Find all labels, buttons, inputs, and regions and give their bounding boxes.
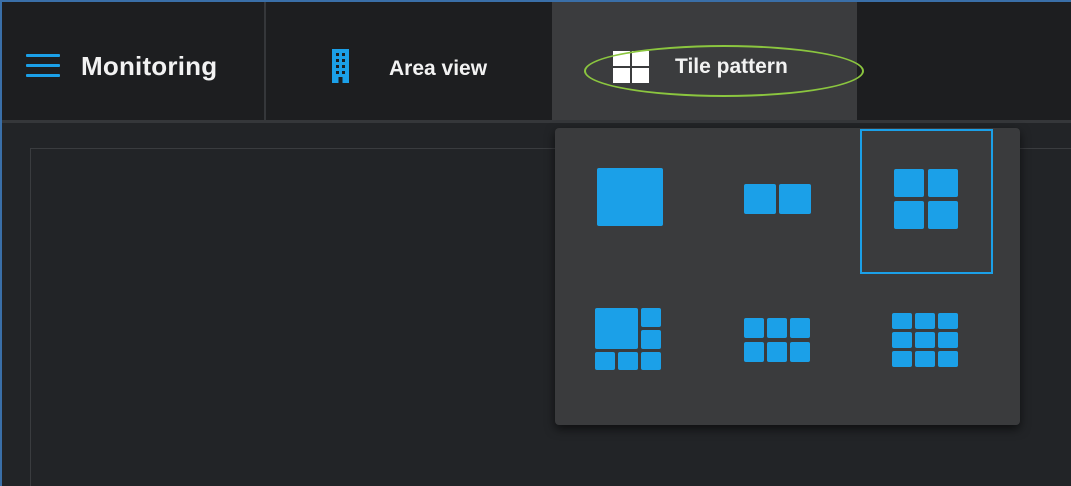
layout-option-3x2[interactable] (718, 278, 848, 422)
layout-1-plus-5-icon (595, 308, 661, 370)
tab-tile-pattern-label: Tile pattern (675, 55, 788, 78)
tile-pattern-dropdown (555, 128, 1020, 425)
layout-3x2-icon (744, 318, 810, 362)
building-icon (332, 49, 349, 83)
layout-1x1-icon (597, 168, 663, 226)
tile-grid-icon (613, 51, 649, 83)
layout-option-1-plus-5[interactable] (569, 278, 699, 422)
top-bar: Monitoring Area view Tile pattern (2, 2, 1071, 123)
layout-option-2x1[interactable] (718, 130, 848, 274)
layout-option-3x3[interactable] (862, 278, 992, 422)
tab-area-view-label: Area view (389, 57, 488, 80)
brand-area: Monitoring (2, 2, 266, 120)
layout-option-1x1[interactable] (569, 130, 699, 274)
layout-option-2x2[interactable] (860, 129, 993, 274)
tab-area-view[interactable]: Area view (266, 2, 552, 120)
page-title: Monitoring (81, 51, 218, 81)
layout-3x3-icon (892, 313, 958, 367)
tab-tile-pattern[interactable]: Tile pattern (552, 2, 857, 120)
layout-2x1-icon (744, 184, 811, 214)
monitoring-window: Monitoring Area view Tile pattern (0, 0, 1071, 486)
hamburger-menu-icon[interactable] (26, 54, 60, 78)
layout-2x2-icon (894, 169, 958, 229)
